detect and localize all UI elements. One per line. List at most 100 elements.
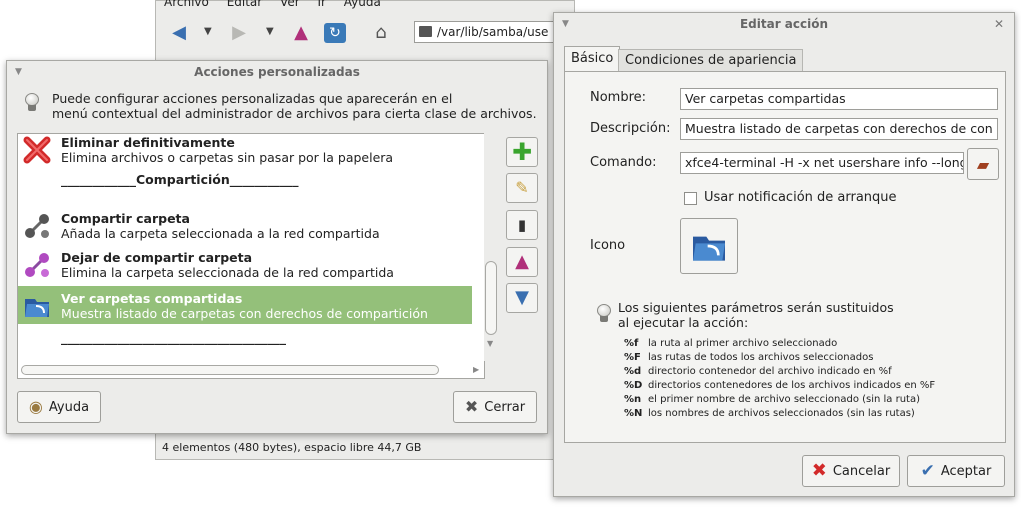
down-arrow-icon: ▼: [515, 287, 529, 308]
cancel-button[interactable]: ✖ Cancelar: [802, 455, 900, 487]
location-path-text: /var/lib/samba/use: [437, 25, 549, 39]
param-code: %D: [624, 380, 643, 391]
intro-text: Puede configurar acciones personalizadas…: [52, 91, 542, 121]
lifebuoy-icon: ◉: [28, 397, 43, 416]
scroll-right-arrow-icon[interactable]: ▶: [473, 365, 479, 374]
menu-ayuda[interactable]: Ayuda: [344, 0, 381, 9]
params-intro-line: Los siguientes parámetros serán sustitui…: [618, 300, 894, 315]
list-item[interactable]: Compartir carpeta Añada la carpeta selec…: [18, 206, 472, 244]
param-desc: directorios contenedores de los archivos…: [648, 380, 936, 391]
item-description: Muestra listado de carpetas con derechos…: [61, 306, 428, 321]
custom-actions-dialog: ▼ Acciones personalizadas Puede configur…: [6, 60, 548, 434]
window-menu-icon[interactable]: ▼: [15, 61, 22, 83]
window-menu-icon[interactable]: ▼: [562, 13, 569, 35]
param-row: %F las rutas de todos los archivos selecc…: [624, 352, 873, 363]
actions-list[interactable]: Eliminar definitivamente Elimina archivo…: [17, 133, 485, 379]
param-code: %n: [624, 394, 642, 405]
list-item[interactable]: Eliminar definitivamente Elimina archivo…: [18, 134, 472, 168]
up-arrow-icon: ▲: [515, 251, 529, 272]
name-field[interactable]: Ver carpetas compartidas: [680, 88, 998, 110]
param-code: %f: [624, 338, 639, 349]
dialog-title: Editar acción: [739, 17, 829, 31]
back-history-chevron-icon[interactable]: ▼: [204, 26, 212, 37]
horizontal-scrollbar-thumb[interactable]: [21, 365, 439, 375]
icon-label: Icono: [590, 238, 626, 253]
reload-icon[interactable]: ↻: [324, 23, 346, 43]
param-desc: la ruta al primer archivo seleccionado: [648, 338, 838, 349]
param-desc: los nombres de archivos seleccionados (s…: [648, 408, 915, 419]
network-unshare-icon: [25, 253, 49, 277]
param-row: %n el primer nombre de archivo selecciona…: [624, 394, 920, 405]
vertical-scrollbar-thumb[interactable]: [485, 261, 497, 335]
browse-command-button[interactable]: ▰: [967, 148, 999, 180]
help-button-label: Ayuda: [48, 399, 90, 415]
edit-action-button[interactable]: ✎: [506, 173, 538, 203]
list-item-selected[interactable]: Ver carpetas compartidas Muestra listado…: [18, 286, 472, 324]
scroll-down-arrow-icon[interactable]: ▼: [487, 339, 493, 348]
param-row: %N los nombres de archivos seleccionados …: [624, 408, 915, 419]
item-title: Dejar de compartir carpeta: [61, 250, 253, 265]
menu-archivo[interactable]: Archivo: [164, 0, 209, 9]
cancel-x-icon: ✖: [811, 460, 827, 481]
status-bar: 4 elementos (480 bytes), espacio libre 4…: [162, 441, 422, 454]
up-arrow-icon[interactable]: ▲: [290, 23, 312, 43]
param-desc: el primer nombre de archivo seleccionado…: [648, 394, 921, 405]
menu-ver[interactable]: Ver: [280, 0, 300, 9]
param-code: %N: [624, 408, 643, 419]
close-window-icon[interactable]: ✕: [994, 13, 1004, 35]
lightbulb-icon: [25, 93, 39, 111]
close-button[interactable]: ✖ Cerrar: [453, 391, 537, 423]
item-description: Elimina archivos o carpetas sin pasar po…: [61, 150, 394, 165]
separator-item[interactable]: ____________Compartición___________: [61, 172, 299, 187]
menu-ir[interactable]: Ir: [317, 0, 325, 9]
drive-icon: [419, 26, 432, 37]
accept-button-label: Aceptar: [940, 463, 992, 479]
command-field[interactable]: xfce4-terminal -H -x net usershare info …: [680, 152, 964, 174]
item-description: Añada la carpeta seleccionada a la red c…: [61, 226, 380, 241]
startup-notification-checkbox[interactable]: [684, 192, 697, 205]
move-up-button[interactable]: ▲: [506, 247, 538, 277]
tab-panel: Nombre: Ver carpetas compartidas Descrip…: [564, 71, 1006, 443]
dialog-titlebar: ▼ Editar acción ✕: [554, 13, 1014, 35]
open-folder-icon: ▰: [976, 154, 990, 174]
edit-action-dialog: ▼ Editar acción ✕ Básico Condiciones de …: [553, 12, 1015, 497]
list-item[interactable]: Dejar de compartir carpeta Elimina la ca…: [18, 245, 472, 283]
home-icon[interactable]: ⌂: [370, 23, 392, 43]
add-action-button[interactable]: ✚: [506, 137, 538, 167]
param-code: %F: [624, 352, 641, 363]
item-title: Ver carpetas compartidas: [61, 291, 243, 306]
param-desc: las rutas de todos los archivos seleccio…: [648, 352, 874, 363]
separator-item[interactable]: ____________________________________: [61, 330, 286, 345]
cancel-button-label: Cancelar: [832, 463, 891, 479]
params-intro-line: al ejecutar la acción:: [618, 315, 749, 330]
tab-condiciones[interactable]: Condiciones de apariencia: [618, 49, 804, 72]
tab-basico[interactable]: Básico: [564, 46, 621, 72]
move-down-button[interactable]: ▼: [506, 283, 538, 313]
shared-folders-icon: [25, 299, 49, 317]
item-title: Eliminar definitivamente: [61, 135, 235, 150]
shared-folders-icon: [693, 236, 725, 261]
description-field[interactable]: Muestra listado de carpetas con derechos…: [680, 118, 998, 140]
icon-chooser-button[interactable]: [680, 218, 738, 274]
menu-editar[interactable]: Editar: [227, 0, 263, 9]
forward-history-chevron-icon[interactable]: ▼: [266, 26, 274, 37]
dialog-titlebar: ▼ Acciones personalizadas: [7, 61, 547, 83]
help-button[interactable]: ◉ Ayuda: [17, 391, 101, 423]
plus-icon: ✚: [511, 138, 533, 166]
delete-action-button[interactable]: ▮: [506, 210, 538, 240]
dialog-title: Acciones personalizadas: [194, 65, 360, 79]
param-row: %D directorios contenedores de los archiv…: [624, 380, 935, 391]
description-label: Descripción:: [590, 121, 671, 136]
forward-arrow-icon[interactable]: ▶: [228, 23, 250, 43]
close-button-label: Cerrar: [484, 399, 526, 415]
name-label: Nombre:: [590, 90, 647, 105]
checkmark-icon: ✔: [920, 460, 935, 481]
accept-button[interactable]: ✔ Aceptar: [907, 455, 1005, 487]
delete-x-icon: [23, 136, 51, 164]
menu-bar: Archivo Editar Ver Ir Ayuda: [164, 0, 381, 9]
param-code: %d: [624, 366, 642, 377]
back-arrow-icon[interactable]: ◀: [168, 23, 190, 43]
params-intro: Los siguientes parámetros serán sustitui…: [618, 300, 894, 330]
intro-line: menú contextual del administrador de arc…: [52, 106, 537, 121]
lightbulb-icon: [597, 304, 611, 322]
